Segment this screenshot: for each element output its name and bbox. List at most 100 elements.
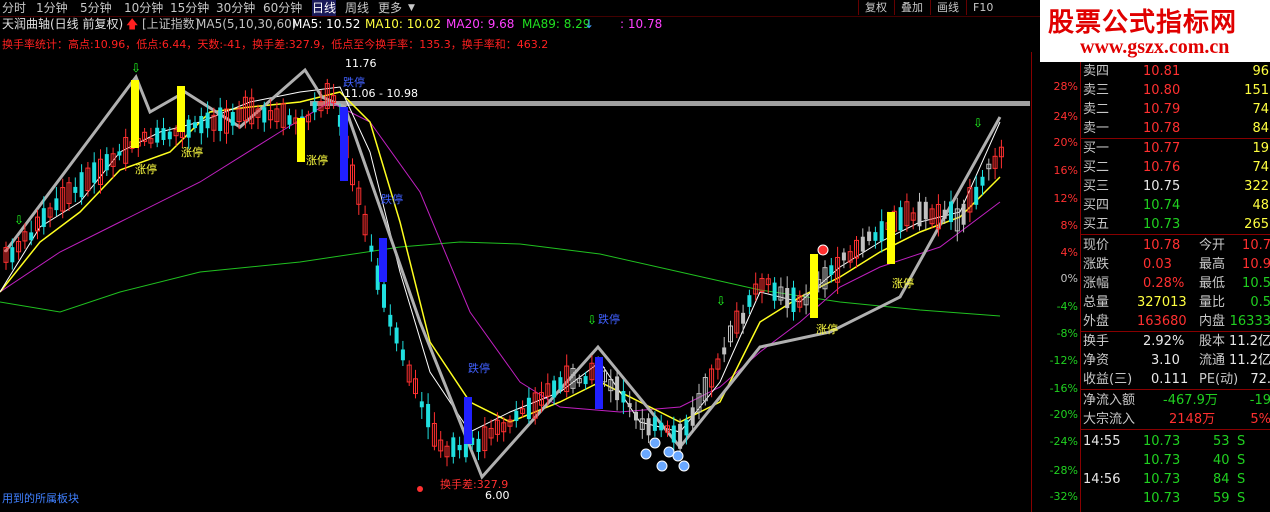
overlay-button[interactable]: 叠加 (894, 0, 929, 15)
ask-price: 10.79 (1143, 102, 1181, 117)
bid-price: 10.77 (1143, 141, 1181, 156)
divider (1081, 389, 1270, 390)
buy-arrow-icon: ⇩ (973, 116, 983, 130)
tab-60min[interactable]: 60分钟 (263, 0, 302, 16)
candlestick-chart[interactable]: 涨停 涨停 涨停 涨停 涨停 跌停 跌停 跌停 跌停 11.76 11.06 -… (0, 52, 1031, 512)
candle-body (10, 247, 15, 263)
ask-volume: 96 (1252, 64, 1269, 79)
candle-body (193, 122, 197, 129)
net-inflow-row: 净流入额 -467.9万 -19 (1081, 391, 1270, 410)
axis-label: -28% (1049, 464, 1078, 477)
limit-down-label: 跌停 (598, 312, 620, 326)
stat-label: 收益(三) (1083, 372, 1133, 387)
bid-label: 买二 (1083, 160, 1110, 175)
tick-row: 14:55 10.73 53 S (1081, 432, 1270, 451)
tab-30min[interactable]: 30分钟 (216, 0, 255, 16)
stat-label: 净资 (1083, 353, 1110, 368)
draw-line-button[interactable]: 画线 (930, 0, 965, 15)
stat-label: 最低 (1199, 276, 1226, 291)
stat-row: 总量 327013 量比 0.5 (1081, 293, 1270, 312)
divider (1081, 234, 1270, 235)
stat-label: 总量 (1083, 295, 1110, 310)
bid-label: 买一 (1083, 141, 1110, 156)
axis-label: 24% (1053, 110, 1078, 123)
stat-label: 涨幅 (1083, 276, 1110, 291)
bid-volume: 48 (1252, 198, 1269, 213)
limit-down-bar (595, 357, 603, 409)
stat-label: 流通 (1199, 353, 1226, 368)
axis-label: 4% (1060, 246, 1078, 259)
adjust-button[interactable]: 复权 (858, 0, 893, 15)
limit-up-bar (177, 86, 185, 132)
f10-button[interactable]: F10 (966, 0, 999, 15)
candle-body (923, 201, 928, 220)
ask-volume: 151 (1244, 83, 1269, 98)
watermark-url: www.gszx.com.cn (1080, 36, 1230, 58)
candle-body (879, 221, 884, 242)
axis-label: -24% (1049, 435, 1078, 448)
candle-body (860, 236, 865, 252)
tab-weekly[interactable]: 周线 (345, 0, 369, 16)
tab-5min[interactable]: 5分钟 (80, 0, 112, 16)
axis-label: -8% (1056, 327, 1078, 340)
sector-link[interactable]: 用到的所属板块 (2, 490, 79, 506)
candle-body (186, 119, 191, 138)
stat-label: 最高 (1199, 257, 1226, 272)
range-label: 11.06 - 10.98 (344, 87, 418, 100)
tick-row: 10.73 59 S (1081, 489, 1270, 508)
stat-row: 收益(三) 0.111 PE(动) 72. (1081, 370, 1270, 389)
block-inflow-value: 2148万 (1169, 412, 1216, 427)
tick-row: 14:56 10.73 84 S (1081, 470, 1270, 489)
limit-up-bar (131, 80, 139, 148)
candle-body (558, 377, 563, 390)
candle-body (54, 198, 59, 211)
tick-volume: 59 (1213, 491, 1230, 506)
quote-panel: 卖四 10.81 96 卖三 10.80 151 卖二 10.79 74 卖一 … (1080, 62, 1270, 512)
axis-label: 28% (1053, 80, 1078, 93)
low-marker (417, 486, 423, 492)
index-label[interactable]: [上证指数] (142, 16, 199, 32)
candle-body (772, 282, 777, 301)
candle-body (671, 425, 676, 443)
candle-body (652, 417, 657, 431)
candle-body (980, 176, 985, 186)
stat-row: 换手 2.92% 股本 11.2亿 (1081, 332, 1270, 351)
tab-intraday[interactable]: 分时 (2, 0, 26, 16)
tab-15min[interactable]: 15分钟 (170, 0, 209, 16)
candle-body (747, 295, 752, 307)
more-dropdown-icon[interactable]: ▼ (408, 0, 415, 16)
candle-body (382, 284, 386, 308)
candle-body (400, 349, 405, 361)
candle-body (841, 252, 846, 261)
candle-body (199, 115, 204, 134)
tab-more[interactable]: 更多 (378, 0, 402, 16)
net-inflow-value: -467.9万 (1163, 393, 1218, 408)
candle-body (167, 131, 172, 140)
bid-price: 10.76 (1143, 160, 1181, 175)
candle-body (634, 411, 638, 421)
ma20-value: MA20: 9.68 (446, 17, 515, 31)
candle-body (451, 437, 456, 457)
ask-label: 卖一 (1083, 121, 1110, 136)
divider (1081, 429, 1270, 430)
tick-volume: 53 (1213, 434, 1230, 449)
tab-daily[interactable]: 日线 (312, 0, 337, 16)
limit-up-label: 涨停 (892, 276, 914, 290)
limit-up-label: 涨停 (306, 153, 328, 167)
buy-arrow-icon: ⇩ (716, 294, 726, 308)
ask-row: 卖二 10.79 74 (1081, 100, 1270, 119)
candle-body (73, 186, 78, 193)
stat-row: 现价 10.78 今开 10.7 (1081, 236, 1270, 255)
ask-volume: 74 (1252, 102, 1269, 117)
bid-price: 10.74 (1143, 198, 1181, 213)
candle-body (41, 208, 46, 227)
tick-row: 10.73 40 S (1081, 451, 1270, 470)
candle-body (312, 102, 317, 113)
tab-1min[interactable]: 1分钟 (36, 0, 68, 16)
stat-label: 今开 (1199, 238, 1226, 253)
turnover-stat-line: 换手率统计：高点:10.96，低点:6.44，天数:-41，换手差:327.9，… (2, 38, 549, 51)
tab-10min[interactable]: 10分钟 (124, 0, 163, 16)
candle-body (526, 397, 531, 420)
bid-volume: 265 (1244, 217, 1269, 232)
limit-up-bar (887, 212, 895, 264)
